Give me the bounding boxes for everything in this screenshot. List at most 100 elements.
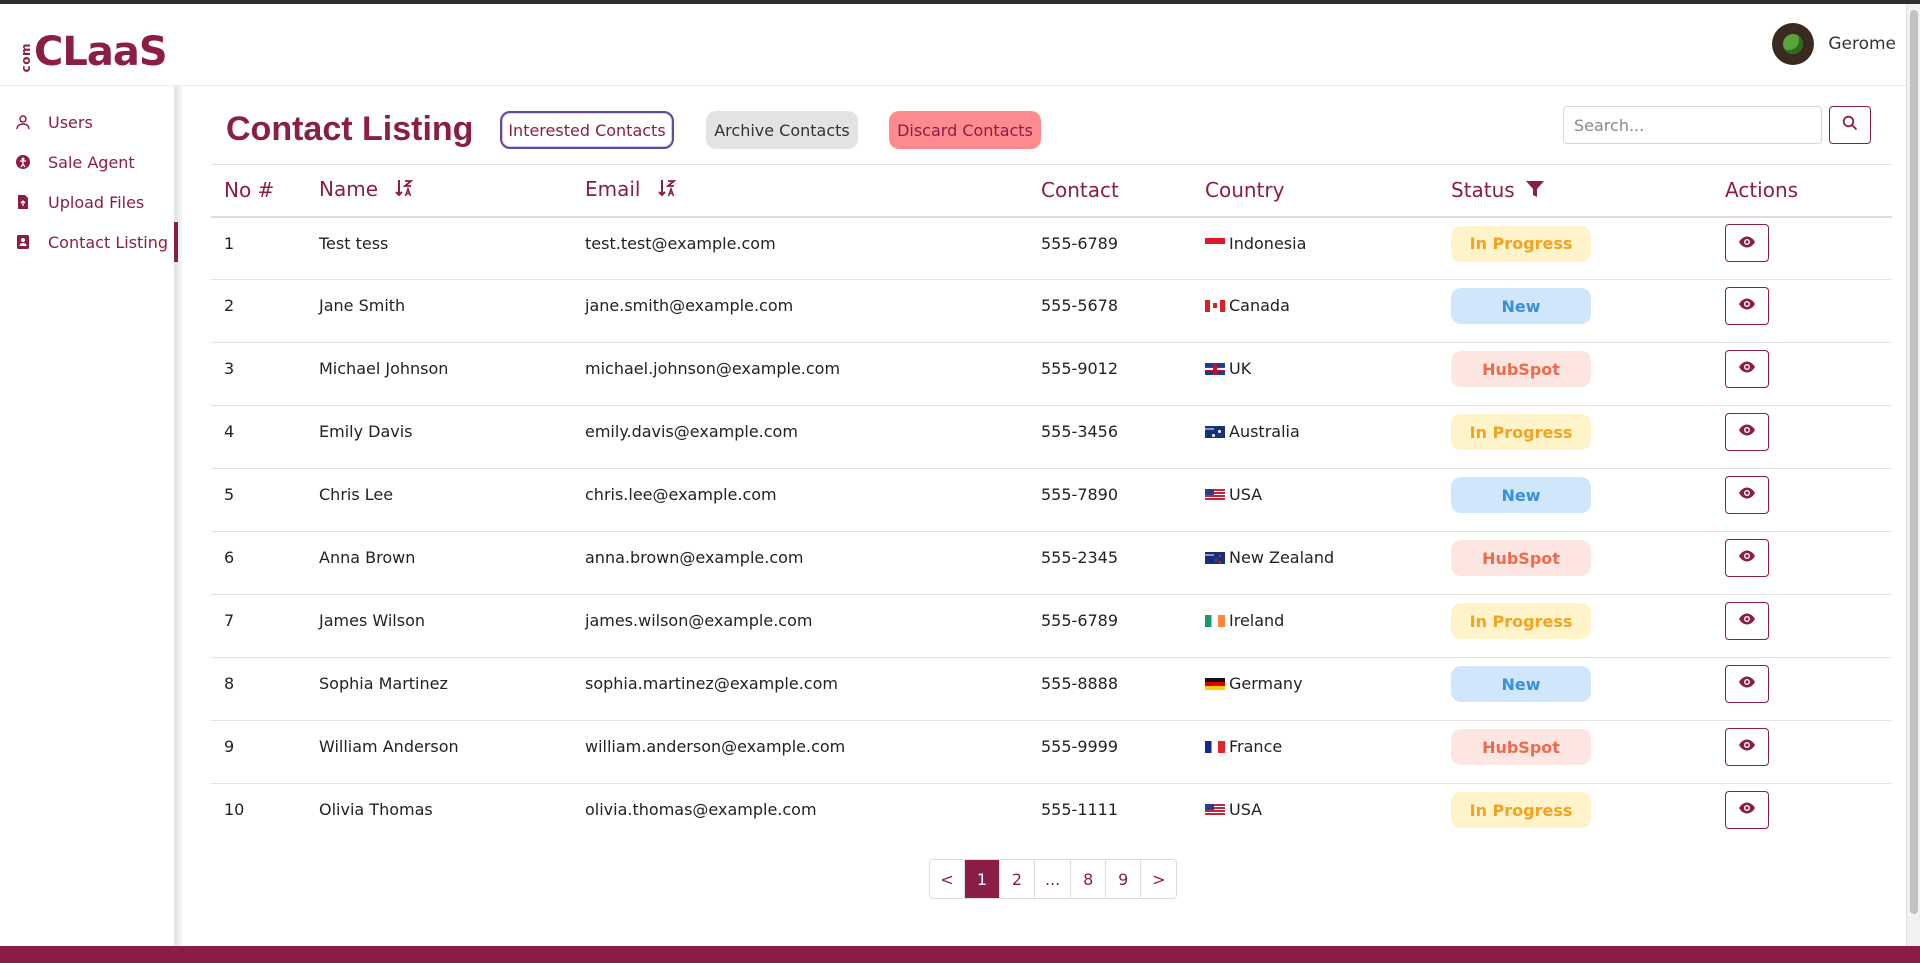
cell-country: UK [1192, 342, 1438, 406]
column-header-name[interactable]: Name [306, 164, 572, 218]
eye-icon [1738, 359, 1756, 378]
eye-icon [1738, 800, 1756, 819]
germany-flag-icon [1205, 678, 1225, 690]
tab-discard-contacts[interactable]: Discard Contacts [889, 111, 1041, 149]
country-name: USA [1229, 800, 1263, 819]
pagination-page-2[interactable]: 2 [1000, 860, 1035, 898]
page-title: Contact Listing [226, 110, 474, 148]
view-button[interactable] [1725, 538, 1769, 577]
table-row: 5 Chris Lee chris.lee@example.com 555-7890 U… [211, 468, 1892, 532]
cell-name: Emily Davis [306, 405, 572, 469]
sidebar-item-sale-agent[interactable]: Sale Agent [0, 142, 174, 182]
cell-no: 2 [211, 279, 306, 343]
country-name: Australia [1229, 422, 1300, 441]
eye-icon [1738, 611, 1756, 630]
cell-contact: 555-3456 [1028, 405, 1192, 469]
user-name[interactable]: Gerome [1828, 34, 1896, 54]
cell-status: In Progress [1438, 594, 1712, 658]
sidebar-list: Users Sale Agent Upload Files Contact Li… [0, 86, 178, 262]
sidebar-item-label: Users [48, 112, 93, 132]
footer-bar [0, 946, 1920, 963]
cell-name: Test tess [306, 216, 572, 280]
pagination-next-button[interactable]: > [1141, 860, 1177, 898]
cell-contact: 555-9012 [1028, 342, 1192, 406]
cell-no: 8 [211, 657, 306, 721]
view-button[interactable] [1725, 412, 1769, 451]
cell-email: chris.lee@example.com [572, 468, 1028, 532]
search-button[interactable] [1829, 106, 1871, 144]
view-button[interactable] [1725, 224, 1769, 262]
pagination-prev-button[interactable]: < [930, 860, 965, 898]
cell-actions [1712, 657, 1892, 721]
view-button[interactable] [1725, 664, 1769, 703]
cell-name: Jane Smith [306, 279, 572, 343]
sort-icon[interactable] [657, 178, 677, 203]
cell-no: 4 [211, 405, 306, 469]
ireland-flag-icon [1205, 615, 1225, 627]
table-row: 7 James Wilson james.wilson@example.com 555… [211, 594, 1892, 658]
view-button[interactable] [1725, 475, 1769, 514]
user-menu[interactable]: Gerome [1772, 22, 1896, 66]
column-header-label: No # [224, 178, 275, 203]
main-content: Contact Listing Interested Contacts Arch… [182, 86, 1906, 946]
uk-flag-icon [1205, 363, 1225, 375]
cell-actions [1712, 784, 1892, 847]
pagination-page-1[interactable]: 1 [965, 860, 1000, 898]
user-icon [14, 113, 32, 131]
cell-no: 10 [224, 800, 245, 819]
tab-interested-contacts[interactable]: Interested Contacts [500, 111, 674, 149]
table-row: 3 Michael Johnson michael.johnson@example.… [211, 342, 1892, 406]
table-row: 1 Test tess test.test@example.com 555-6789 I… [211, 216, 1892, 280]
sidebar-item-contact-listing[interactable]: Contact Listing [0, 222, 178, 262]
pagination-page-9[interactable]: 9 [1106, 860, 1142, 898]
australia-flag-icon [1205, 426, 1225, 438]
column-header-label: Email [585, 177, 641, 202]
column-header-status[interactable]: Status [1438, 164, 1712, 218]
country-name: New Zealand [1229, 548, 1335, 567]
view-button[interactable] [1725, 349, 1769, 388]
cell-contact: 555-8888 [1028, 657, 1192, 721]
cell-country: USA [1192, 784, 1438, 847]
filter-icon[interactable] [1525, 179, 1545, 203]
cell-country: New Zealand [1192, 531, 1438, 595]
app-logo[interactable]: com CLaaS [19, 22, 168, 75]
column-header-email[interactable]: Email [572, 164, 1028, 218]
view-button[interactable] [1725, 286, 1769, 325]
column-header-no: No # [211, 164, 306, 218]
status-badge: New [1451, 288, 1591, 324]
search-input[interactable] [1563, 106, 1822, 144]
status-badge: HubSpot [1451, 351, 1591, 387]
cell-country: USA [1192, 468, 1438, 532]
logo-text: CLaaS [34, 29, 168, 75]
cell-contact: 555-9999 [1028, 720, 1192, 784]
table-row: 6 Anna Brown anna.brown@example.com 555-234… [211, 531, 1892, 595]
cell-country: Indonesia [1192, 216, 1438, 280]
indonesia-flag-icon [1205, 237, 1225, 250]
eye-icon [1738, 548, 1756, 567]
view-button[interactable] [1725, 727, 1769, 766]
eye-icon [1738, 296, 1756, 315]
column-header-label: Actions [1725, 178, 1799, 203]
cell-no: 3 [211, 342, 306, 406]
cell-actions [1712, 216, 1892, 280]
sidebar-item-upload-files[interactable]: Upload Files [0, 182, 174, 222]
sidebar-item-users[interactable]: Users [0, 102, 174, 142]
cell-name: Sophia Martinez [306, 657, 572, 721]
sort-icon[interactable] [394, 178, 414, 203]
tab-archive-contacts[interactable]: Archive Contacts [706, 111, 858, 149]
column-header-contact: Contact [1028, 164, 1192, 218]
view-button[interactable] [1725, 601, 1769, 640]
contacts-table: No # Name Email Contact Country Status A… [211, 164, 1892, 847]
sidebar-item-label: Sale Agent [48, 152, 135, 172]
column-header-country: Country [1192, 164, 1438, 218]
country-name: USA [1229, 485, 1263, 504]
table-row: 9 William Anderson william.anderson@exampl… [211, 720, 1892, 784]
column-header-label: Country [1205, 178, 1285, 203]
cell-email: michael.johnson@example.com [572, 342, 1028, 406]
scrollbar-thumb[interactable] [1910, 10, 1918, 914]
page-scrollbar[interactable] [1906, 4, 1920, 946]
avatar[interactable] [1772, 23, 1815, 65]
eye-icon [1738, 422, 1756, 441]
view-button[interactable] [1725, 790, 1769, 829]
pagination-page-8[interactable]: 8 [1071, 860, 1107, 898]
